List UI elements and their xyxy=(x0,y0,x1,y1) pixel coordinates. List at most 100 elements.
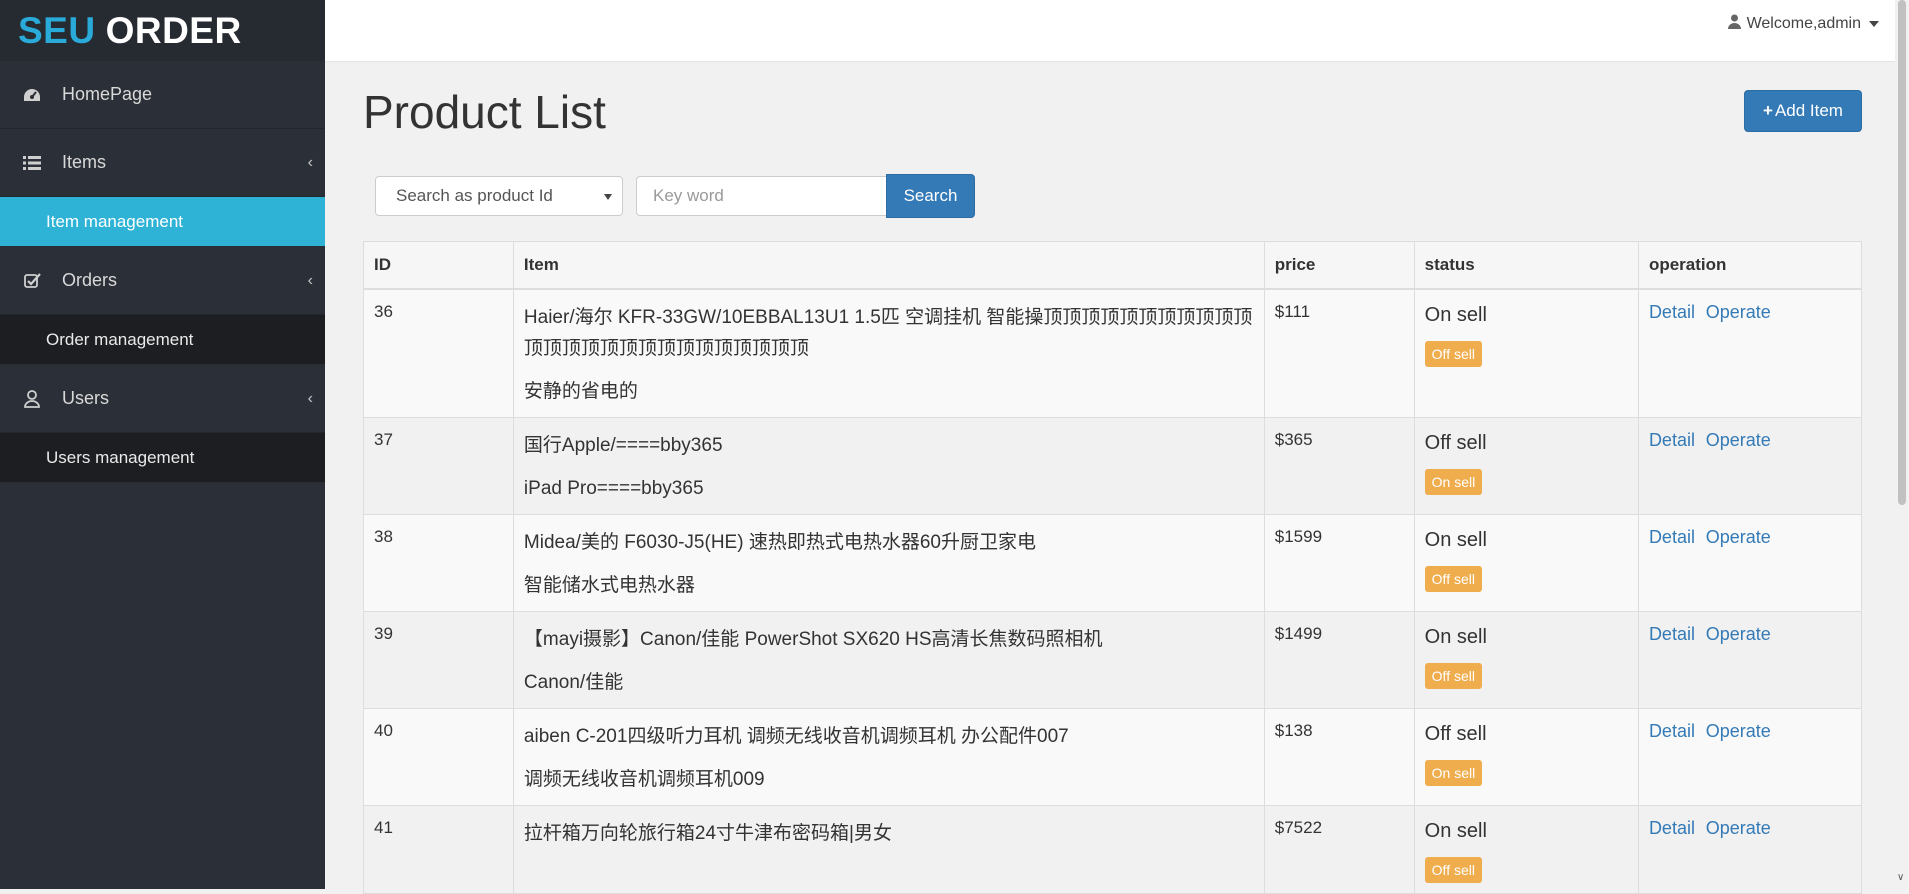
add-item-label: Add Item xyxy=(1774,101,1843,120)
column-header-status: status xyxy=(1413,241,1639,290)
cell-status: On sell Off sell xyxy=(1413,514,1639,612)
cell-item: Midea/美的 F6030-J5(HE) 速热即热式电热水器60升厨卫家电 智… xyxy=(512,514,1265,612)
add-item-button[interactable]: + Add Item xyxy=(1744,90,1862,132)
scrollbar-thumb[interactable] xyxy=(1898,0,1906,505)
cell-item: aiben C-201四级听力耳机 调频无线收音机调频耳机 办公配件007 调频… xyxy=(512,708,1265,806)
cell-status: Off sell On sell xyxy=(1413,417,1639,515)
plus-icon: + xyxy=(1763,101,1773,120)
scroll-down-arrow-icon[interactable]: ∨ xyxy=(1897,872,1904,883)
toggle-status-button[interactable]: Off sell xyxy=(1424,341,1482,367)
item-name: Haier/海尔 KFR-33GW/10EBBAL13U1 1.5匹 空调挂机 … xyxy=(523,307,1253,359)
cell-item: 国行Apple/====bby365 iPad Pro====bby365 xyxy=(512,417,1265,515)
cell-id: 40 xyxy=(363,708,514,806)
logo[interactable]: SEU ORDER xyxy=(0,0,325,61)
cell-item: Haier/海尔 KFR-33GW/10EBBAL13U1 1.5匹 空调挂机 … xyxy=(512,288,1265,418)
operate-link[interactable]: Operate xyxy=(1706,527,1771,547)
cell-status: On sell Off sell xyxy=(1413,805,1639,894)
toggle-status-button[interactable]: On sell xyxy=(1424,469,1483,495)
item-name: Midea/美的 F6030-J5(HE) 速热即热式电热水器60升厨卫家电 xyxy=(523,532,1036,553)
table-row: 37 国行Apple/====bby365 iPad Pro====bby365… xyxy=(363,417,1863,515)
sidebar-item-label: Users xyxy=(62,388,110,408)
dropdown-arrow-icon xyxy=(604,194,612,200)
vertical-scrollbar[interactable]: ∨ xyxy=(1895,0,1909,889)
status-text: On sell xyxy=(1424,304,1487,326)
detail-link[interactable]: Detail xyxy=(1649,430,1695,450)
search-bar: Search as product Id Search xyxy=(375,174,975,218)
sidebar-subitem-item-management[interactable]: Item management xyxy=(0,197,325,247)
cell-status: On sell Off sell xyxy=(1413,611,1639,709)
item-description: 调频无线收音机调频耳机009 xyxy=(523,769,765,790)
detail-link[interactable]: Detail xyxy=(1649,818,1695,838)
column-header-operation: operation xyxy=(1637,241,1863,290)
chevron-left-icon: ‹ xyxy=(307,153,313,171)
toggle-status-button[interactable]: On sell xyxy=(1424,760,1483,786)
search-type-select[interactable]: Search as product Id xyxy=(375,176,623,216)
cell-operation: Detail Operate xyxy=(1637,805,1863,894)
cell-operation: Detail Operate xyxy=(1637,417,1863,515)
product-table: ID Item price status operation 36 Haier/… xyxy=(363,241,1863,894)
toggle-status-button[interactable]: Off sell xyxy=(1424,663,1482,689)
sidebar-subitem-order-management[interactable]: Order management xyxy=(0,315,325,365)
item-name: aiben C-201四级听力耳机 调频无线收音机调频耳机 办公配件007 xyxy=(523,726,1069,747)
detail-link[interactable]: Detail xyxy=(1649,527,1695,547)
cell-price: $1599 xyxy=(1263,514,1415,612)
cell-price: $365 xyxy=(1263,417,1415,515)
item-description: Canon/佳能 xyxy=(523,672,624,693)
user-icon xyxy=(22,389,42,409)
cell-operation: Detail Operate xyxy=(1637,288,1863,418)
cell-id: 38 xyxy=(363,514,514,612)
chevron-left-icon: ‹ xyxy=(307,389,313,407)
status-text: Off sell xyxy=(1424,432,1487,454)
operate-link[interactable]: Operate xyxy=(1706,818,1771,838)
detail-link[interactable]: Detail xyxy=(1649,624,1695,644)
cell-id: 41 xyxy=(363,805,514,894)
keyword-input[interactable] xyxy=(636,176,886,216)
welcome-text: Welcome,admin xyxy=(1746,15,1861,32)
list-icon xyxy=(22,153,42,173)
operate-link[interactable]: Operate xyxy=(1706,624,1771,644)
item-name: 【mayi摄影】Canon/佳能 PowerShot SX620 HS高清长焦数… xyxy=(523,629,1103,650)
page-title: Product List xyxy=(363,86,606,138)
sidebar-subitem-users-management[interactable]: Users management xyxy=(0,433,325,483)
sidebar-item-items[interactable]: Items ‹ xyxy=(0,129,325,197)
table-header-row: ID Item price status operation xyxy=(363,241,1863,290)
operate-link[interactable]: Operate xyxy=(1706,430,1771,450)
status-text: Off sell xyxy=(1424,723,1487,745)
cell-id: 39 xyxy=(363,611,514,709)
status-text: On sell xyxy=(1424,626,1487,648)
cell-id: 36 xyxy=(363,288,514,418)
toggle-status-button[interactable]: Off sell xyxy=(1424,566,1482,592)
checkbox-icon xyxy=(22,271,42,291)
status-text: On sell xyxy=(1424,529,1487,551)
status-text: On sell xyxy=(1424,820,1487,842)
dashboard-icon xyxy=(22,85,42,105)
sidebar-item-homepage[interactable]: HomePage xyxy=(0,61,325,129)
item-description: 安静的省电的 xyxy=(523,381,638,402)
item-name: 国行Apple/====bby365 xyxy=(523,435,723,456)
chevron-left-icon: ‹ xyxy=(307,271,313,289)
cell-operation: Detail Operate xyxy=(1637,514,1863,612)
column-header-id: ID xyxy=(363,241,514,290)
sidebar-item-label: HomePage xyxy=(62,84,153,104)
user-icon xyxy=(1727,14,1741,34)
operate-link[interactable]: Operate xyxy=(1706,721,1771,741)
user-menu[interactable]: Welcome,admin xyxy=(1727,14,1879,34)
sidebar-item-orders[interactable]: Orders ‹ xyxy=(0,247,325,315)
cell-price: $138 xyxy=(1263,708,1415,806)
detail-link[interactable]: Detail xyxy=(1649,721,1695,741)
top-bar: Welcome,admin xyxy=(325,0,1909,62)
table-row: 36 Haier/海尔 KFR-33GW/10EBBAL13U1 1.5匹 空调… xyxy=(363,288,1863,418)
cell-operation: Detail Operate xyxy=(1637,611,1863,709)
cell-operation: Detail Operate xyxy=(1637,708,1863,806)
cell-item: 拉杆箱万向轮旅行箱24寸牛津布密码箱|男女 xyxy=(512,805,1265,894)
cell-status: Off sell On sell xyxy=(1413,708,1639,806)
search-type-value: Search as product Id xyxy=(396,186,553,205)
detail-link[interactable]: Detail xyxy=(1649,302,1695,322)
operate-link[interactable]: Operate xyxy=(1706,302,1771,322)
caret-down-icon xyxy=(1869,21,1879,27)
column-header-item: Item xyxy=(512,241,1265,290)
toggle-status-button[interactable]: Off sell xyxy=(1424,857,1482,883)
cell-status: On sell Off sell xyxy=(1413,288,1639,418)
sidebar-item-users[interactable]: Users ‹ xyxy=(0,365,325,433)
search-button[interactable]: Search xyxy=(886,174,975,218)
